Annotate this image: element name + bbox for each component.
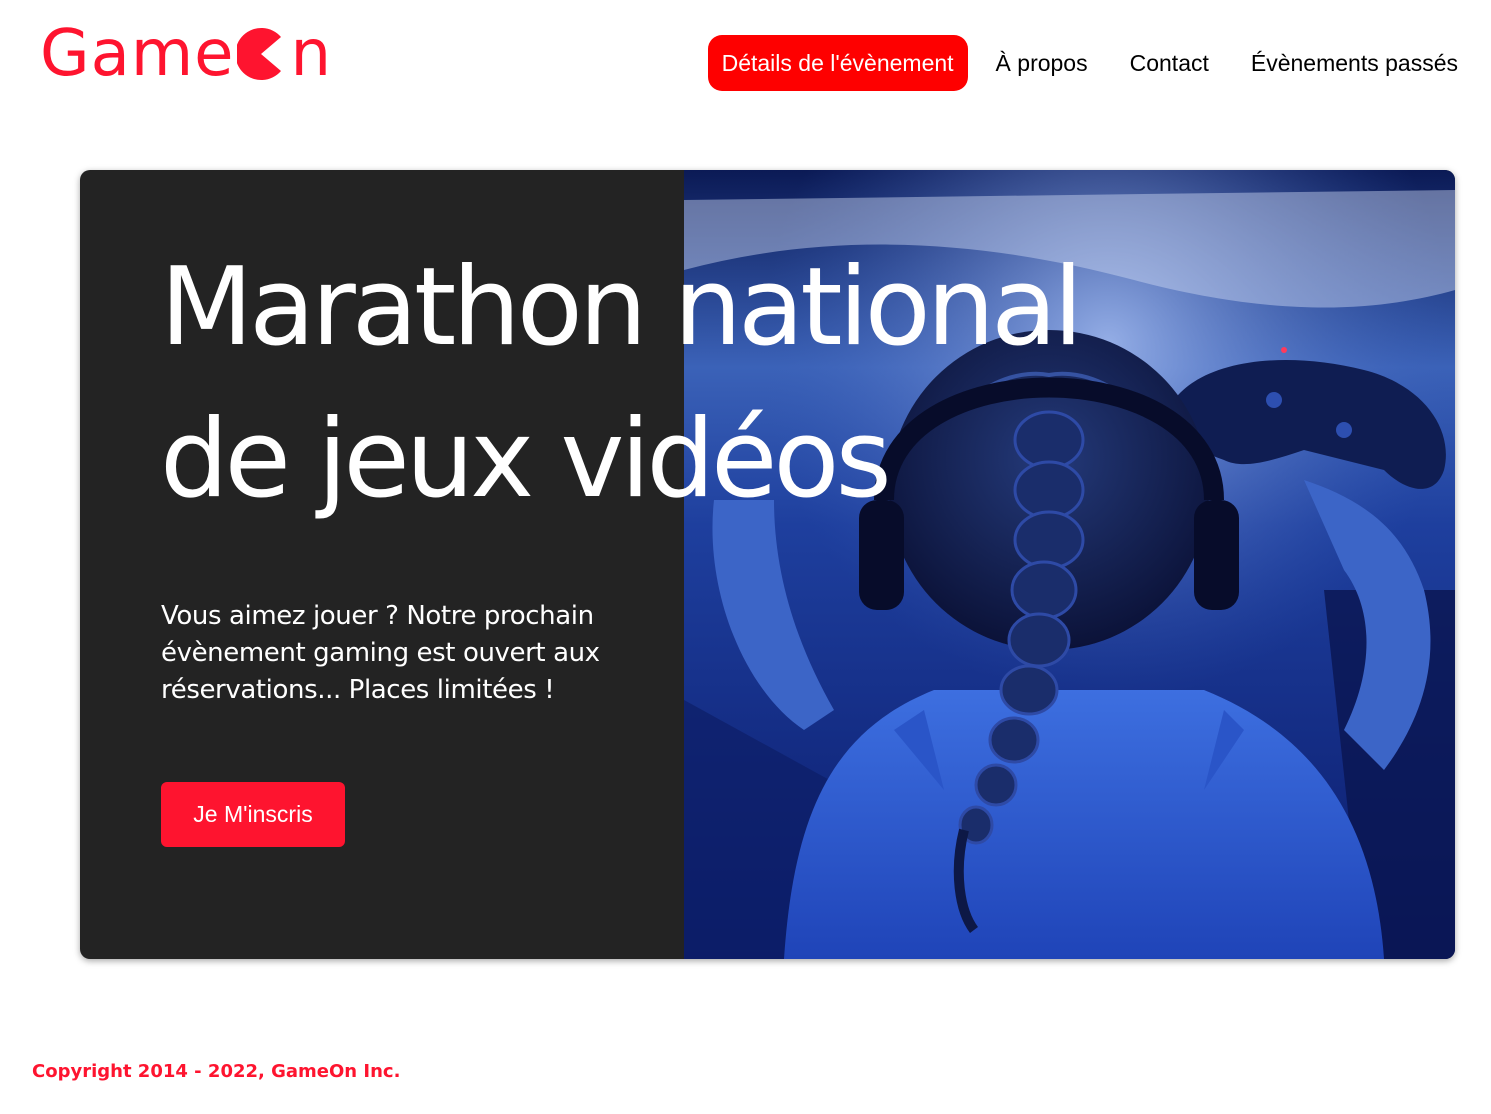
hero-banner: Marathon national de jeux vidéos Vous ai… xyxy=(80,170,1455,959)
site-header: Game n Détails de l'évènement À propos C… xyxy=(0,0,1491,130)
nav-event-details[interactable]: Détails de l'évènement xyxy=(707,35,968,91)
nav-about[interactable]: À propos xyxy=(982,35,1102,91)
nav-past-events[interactable]: Évènements passés xyxy=(1237,35,1472,91)
hero-title: Marathon national de jeux vidéos xyxy=(160,232,1160,536)
logo-text-end: n xyxy=(290,17,333,91)
hero-title-line2: de jeux vidéos xyxy=(160,397,892,522)
hero-description: Vous aimez jouer ? Notre prochain évènem… xyxy=(161,601,600,705)
signup-button[interactable]: Je M'inscris xyxy=(161,782,345,847)
logo-text-start: Game xyxy=(40,17,235,91)
gameon-logo[interactable]: Game n xyxy=(40,22,332,86)
pacman-o-icon xyxy=(234,25,289,83)
page: Game n Détails de l'évènement À propos C… xyxy=(0,0,1491,1114)
hero-title-line1: Marathon national xyxy=(160,245,1083,370)
nav-contact[interactable]: Contact xyxy=(1116,35,1223,91)
main-nav: Détails de l'évènement À propos Contact … xyxy=(707,35,1472,91)
copyright-text: Copyright 2014 - 2022, GameOn Inc. xyxy=(32,1061,401,1082)
